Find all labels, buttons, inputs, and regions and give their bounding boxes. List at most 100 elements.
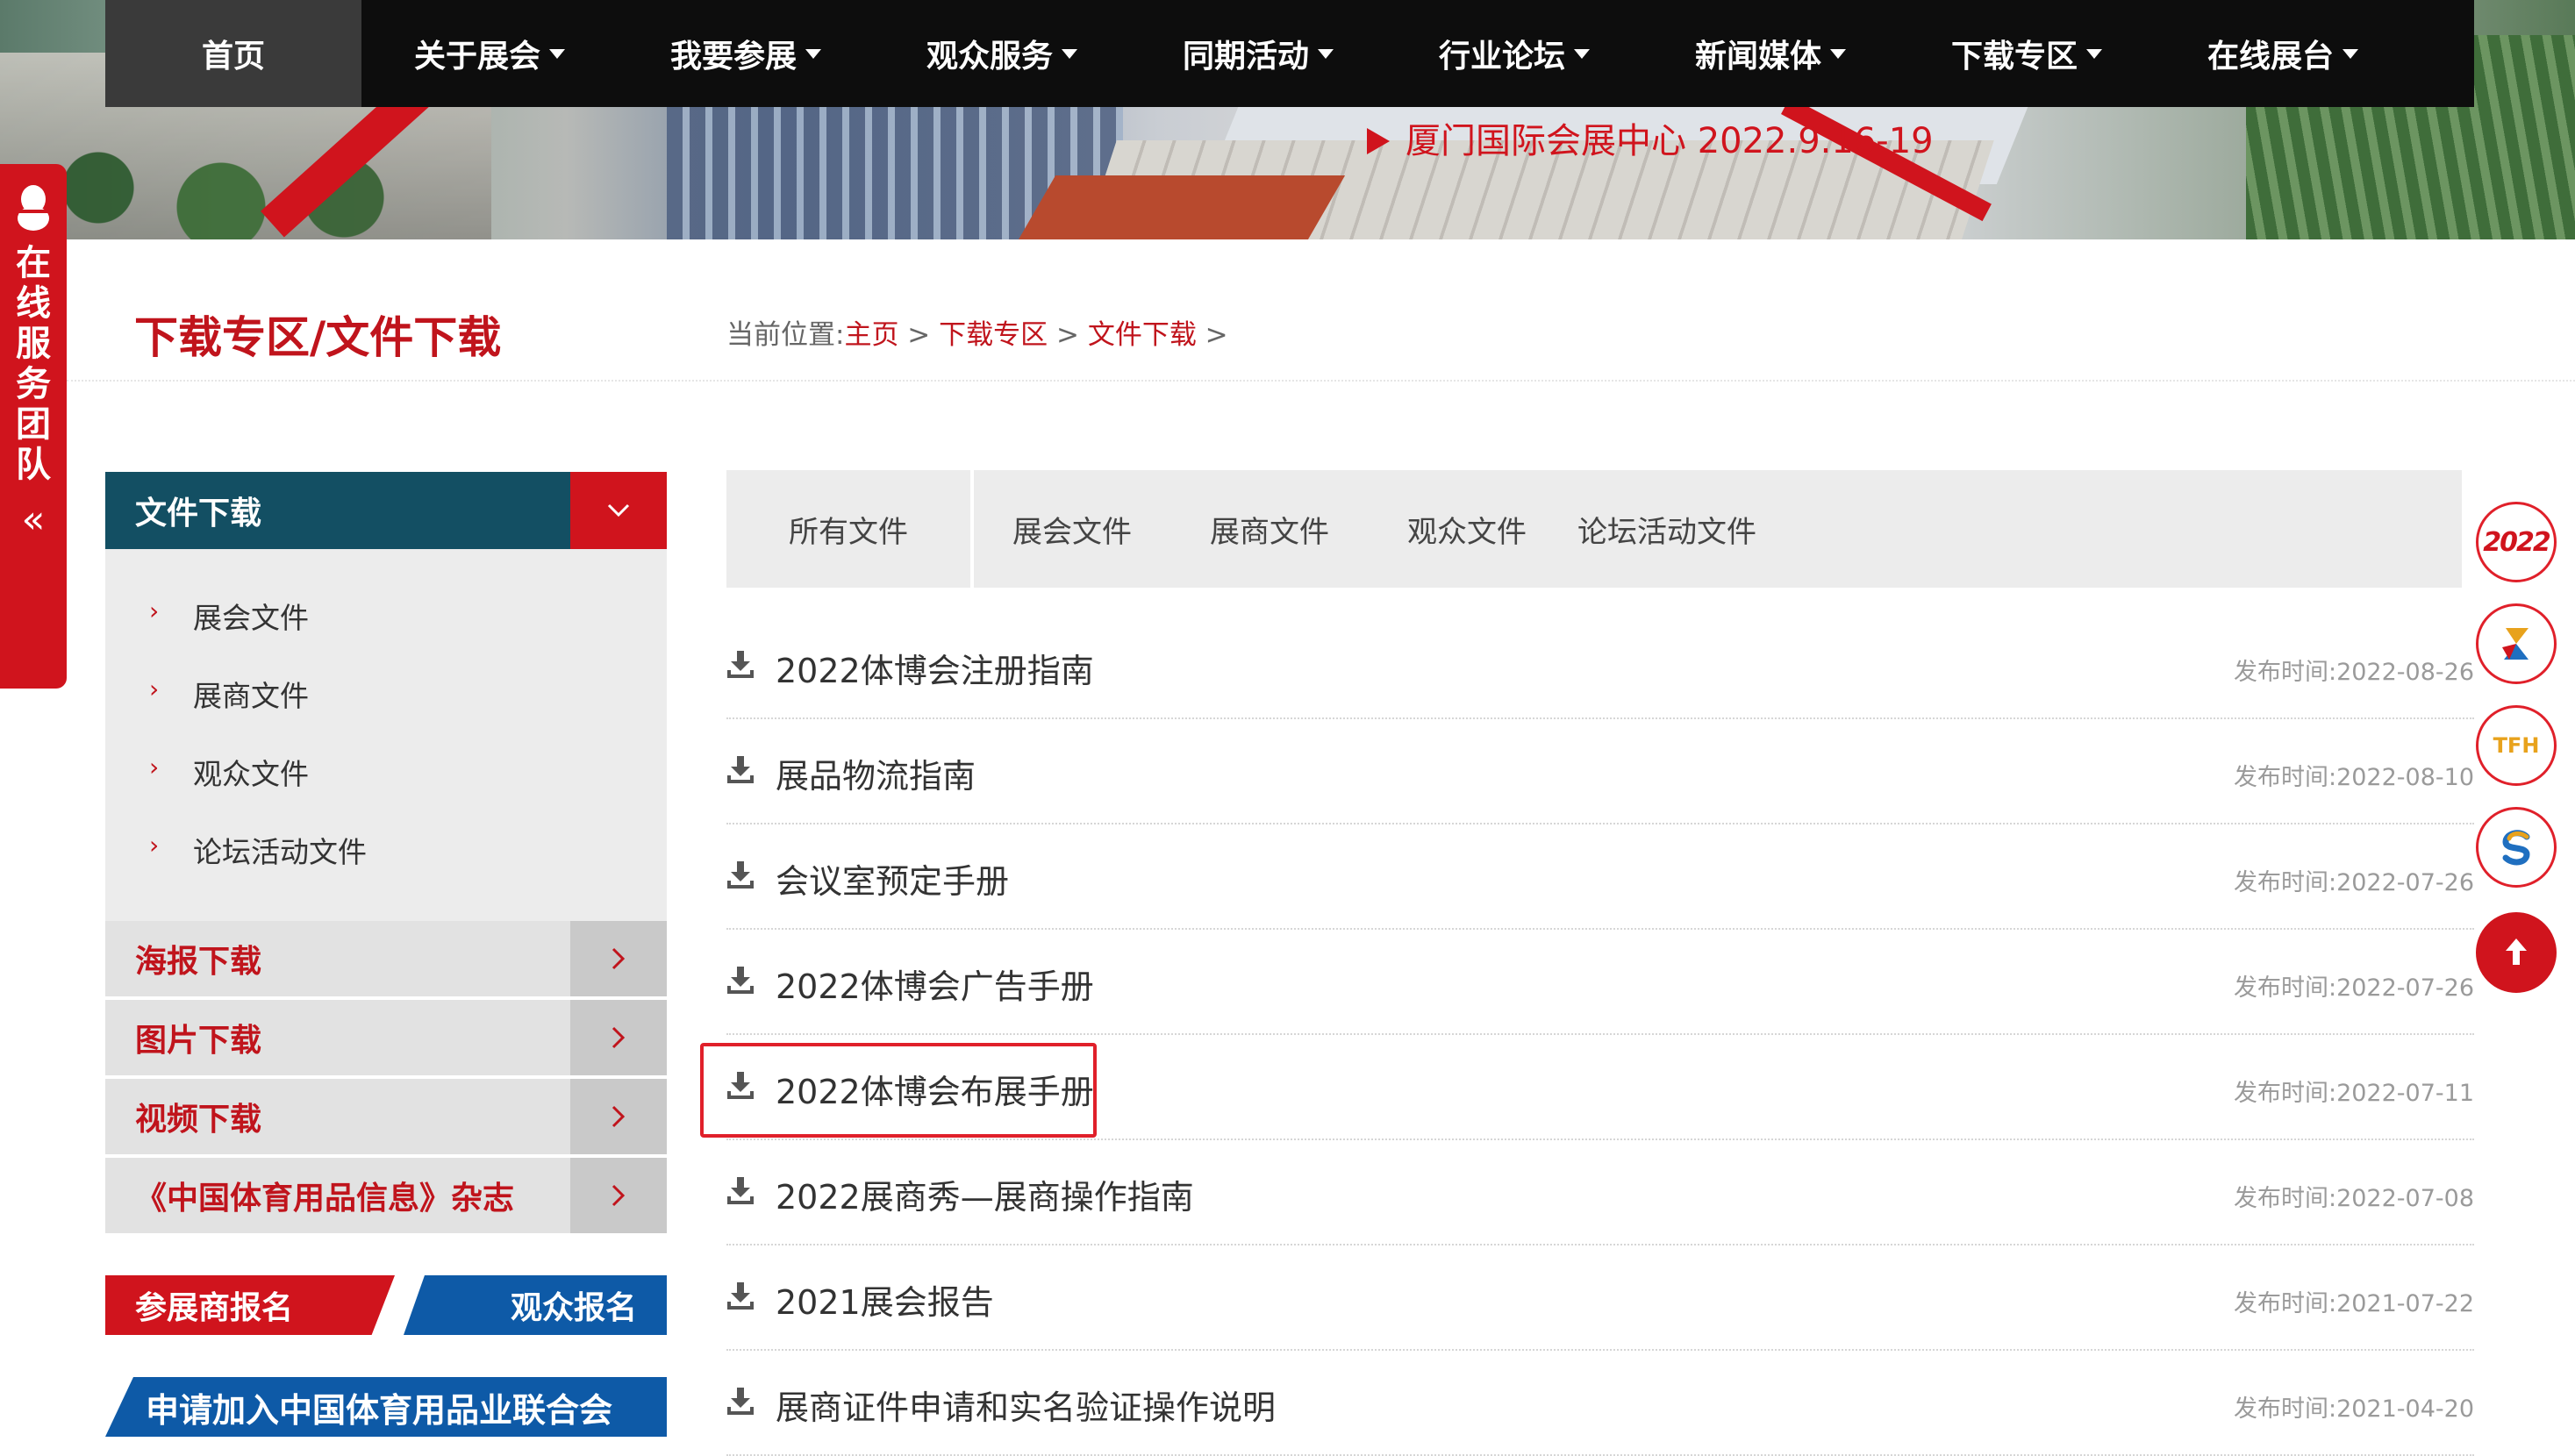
file-date: 发布时间:2021-07-22 (2233, 1290, 2474, 1317)
file-row[interactable]: 2022体博会广告手册 发布时间:2022-07-26 (726, 930, 2474, 1035)
page-title: 下载专区/文件下载 (134, 312, 502, 363)
caret-down-icon (805, 48, 821, 59)
nav-label: 新闻媒体 (1694, 39, 1821, 75)
nav-item-download[interactable]: 下载专区 (1899, 0, 2155, 107)
file-name[interactable]: 会议室预定手册 (776, 854, 1009, 903)
join-federation-banner[interactable]: 申请加入中国体育用品业联合会 (105, 1377, 667, 1437)
download-icon (727, 756, 754, 783)
nav-item-about[interactable]: 关于展会 (361, 0, 618, 107)
file-date: 发布时间:2022-08-26 (2233, 659, 2474, 686)
file-name[interactable]: 2022体博会广告手册 (776, 960, 1094, 1008)
sidebar-submenu: › 展会文件 › 展商文件 › 观众文件 › 论坛活动文件 (105, 549, 667, 921)
nav-label: 首页 (201, 39, 265, 75)
sidebar-item-visitor-files[interactable]: › 观众文件 (105, 751, 667, 829)
chevron-right-icon: › (149, 831, 160, 860)
chevron-down-icon (607, 503, 630, 517)
nav-item-visitor[interactable]: 观众服务 (874, 0, 1130, 107)
play-arrow-icon (1367, 128, 1390, 154)
chevron-right-icon: › (149, 753, 160, 782)
sidebar-item-forum-files[interactable]: › 论坛活动文件 (105, 829, 667, 907)
caret-down-icon (1062, 48, 1077, 59)
registration-buttons: 参展商报名 观众报名 (105, 1275, 667, 1335)
online-service-label: 在线服务团队 (16, 243, 51, 485)
tab-visitor-files[interactable]: 观众文件 (1407, 470, 1527, 588)
file-date: 发布时间:2021-04-20 (2233, 1395, 2474, 1423)
file-date: 发布时间:2022-07-26 (2233, 869, 2474, 896)
collapse-icon[interactable]: « (22, 501, 46, 539)
chevron-right-icon (570, 1000, 667, 1075)
file-name[interactable]: 2022展商秀—展商操作指南 (776, 1170, 1194, 1218)
sidebar-section-label: 图片下载 (135, 1023, 262, 1059)
nav-item-home[interactable]: 首页 (105, 0, 361, 107)
chevron-right-icon: › (149, 674, 160, 703)
tab-forum-files[interactable]: 论坛活动文件 (1577, 470, 1756, 588)
file-name[interactable]: 2021展会报告 (776, 1275, 994, 1324)
heading-divider (67, 380, 2575, 382)
tab-exhibitor-files[interactable]: 展商文件 (1210, 470, 1329, 588)
file-date: 发布时间:2022-07-08 (2233, 1185, 2474, 1212)
partner-logo-button[interactable] (2476, 603, 2557, 684)
file-row[interactable]: 2022体博会布展手册 发布时间:2022-07-11 (726, 1035, 2474, 1140)
online-service-tab[interactable]: 在线服务团队 « (0, 164, 67, 689)
tab-expo-files[interactable]: 展会文件 (1012, 470, 1132, 588)
nav-item-events[interactable]: 同期活动 (1130, 0, 1386, 107)
nav-item-news[interactable]: 新闻媒体 (1642, 0, 1899, 107)
banner-red-floor (1014, 175, 1346, 239)
sidebar-item-exhibitor-files[interactable]: › 展商文件 (105, 673, 667, 751)
download-icon (727, 1177, 754, 1204)
download-icon (727, 861, 754, 889)
caret-down-icon (2343, 48, 2358, 59)
qq-penguin-icon (18, 185, 49, 231)
sidebar-section-videos[interactable]: 视频下载 (105, 1079, 667, 1154)
breadcrumb: 当前位置:主页 > 下载专区 > 文件下载 > (726, 312, 1228, 352)
chevron-right-icon (570, 921, 667, 996)
sidebar-item-expo-files[interactable]: › 展会文件 (105, 595, 667, 673)
breadcrumb-home[interactable]: 主页 (844, 319, 898, 351)
sidebar-item-label: 展商文件 (193, 679, 309, 713)
file-row[interactable]: 2022展商秀—展商操作指南 发布时间:2022-07-08 (726, 1140, 2474, 1245)
caret-down-icon (2086, 48, 2102, 59)
visitor-register-button[interactable]: 观众报名 (404, 1275, 667, 1335)
breadcrumb-download[interactable]: 下载专区 (939, 319, 1048, 351)
chevron-right-icon (570, 1079, 667, 1154)
main-nav: 首页 关于展会 我要参展 观众服务 同期活动 行业论坛 新闻媒体 下载专区 在线… (105, 0, 2474, 107)
sidebar-item-label: 论坛活动文件 (193, 835, 367, 869)
sidebar-section-images[interactable]: 图片下载 (105, 1000, 667, 1075)
file-row[interactable]: 展品物流指南 发布时间:2022-08-10 (726, 719, 2474, 824)
federation-logo-button[interactable] (2476, 807, 2557, 888)
sidebar-item-label: 观众文件 (193, 757, 309, 791)
file-name[interactable]: 展品物流指南 (776, 749, 976, 797)
file-row[interactable]: 展商证件申请和实名验证操作说明 发布时间:2021-04-20 (726, 1351, 2474, 1456)
file-date: 发布时间:2022-07-26 (2233, 974, 2474, 1002)
sidebar-section-magazine[interactable]: 《中国体育用品信息》杂志 (105, 1158, 667, 1233)
file-row[interactable]: 2021展会报告 发布时间:2021-07-22 (726, 1245, 2474, 1351)
nav-item-online-booth[interactable]: 在线展台 (2155, 0, 2411, 107)
tab-all-files[interactable]: 所有文件 (726, 470, 974, 588)
logo-2022-text: 2022 (2483, 526, 2550, 558)
file-name[interactable]: 2022体博会注册指南 (776, 644, 1094, 692)
download-icon (727, 1388, 754, 1415)
file-row[interactable]: 2022体博会注册指南 发布时间:2022-08-26 (726, 614, 2474, 719)
nav-item-forum[interactable]: 行业论坛 (1386, 0, 1642, 107)
back-to-top-button[interactable] (2476, 912, 2557, 993)
sidebar-section-posters[interactable]: 海报下载 (105, 921, 667, 996)
download-icon (727, 967, 754, 994)
expo-2022-logo-button[interactable]: 2022 (2476, 502, 2557, 582)
nav-label: 关于展会 (413, 39, 540, 75)
sidebar-section-label: 海报下载 (135, 944, 262, 980)
file-row[interactable]: 会议室预定手册 发布时间:2022-07-26 (726, 824, 2474, 930)
sidebar-section-label: 《中国体育用品信息》杂志 (135, 1181, 515, 1217)
breadcrumb-prefix: 当前位置: (726, 319, 845, 351)
tfh-logo-button[interactable]: TFH (2476, 705, 2557, 786)
sidebar-toggle[interactable] (570, 472, 667, 549)
file-name[interactable]: 2022体博会布展手册 (776, 1065, 1094, 1113)
nav-label: 在线展台 (2207, 39, 2334, 75)
sidebar-header[interactable]: 文件下载 (105, 472, 667, 549)
breadcrumb-file-download[interactable]: 文件下载 (1088, 319, 1197, 351)
breadcrumb-sep: > (1048, 319, 1088, 351)
download-icon (727, 651, 754, 678)
file-name[interactable]: 展商证件申请和实名验证操作说明 (776, 1381, 1276, 1429)
caret-down-icon (1574, 48, 1590, 59)
exhibitor-register-button[interactable]: 参展商报名 (105, 1275, 395, 1335)
nav-item-exhibit[interactable]: 我要参展 (618, 0, 874, 107)
